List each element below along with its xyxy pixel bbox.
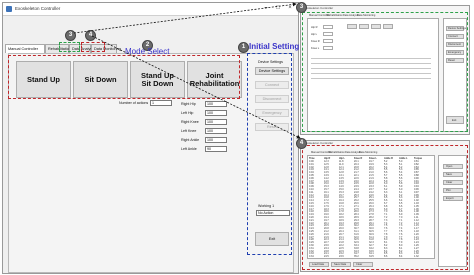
rehab-window-title: Exoskeleton Controller [303, 6, 334, 10]
data-analysis-highlight [302, 145, 468, 270]
arrow-to-rehabilitation-view [73, 2, 297, 34]
badge-3-thumb: 3 [296, 2, 307, 13]
arrow-to-analysis-view [91, 35, 301, 139]
rehabilitation-highlight [302, 12, 468, 132]
badge-4-thumb: 4 [296, 138, 307, 149]
